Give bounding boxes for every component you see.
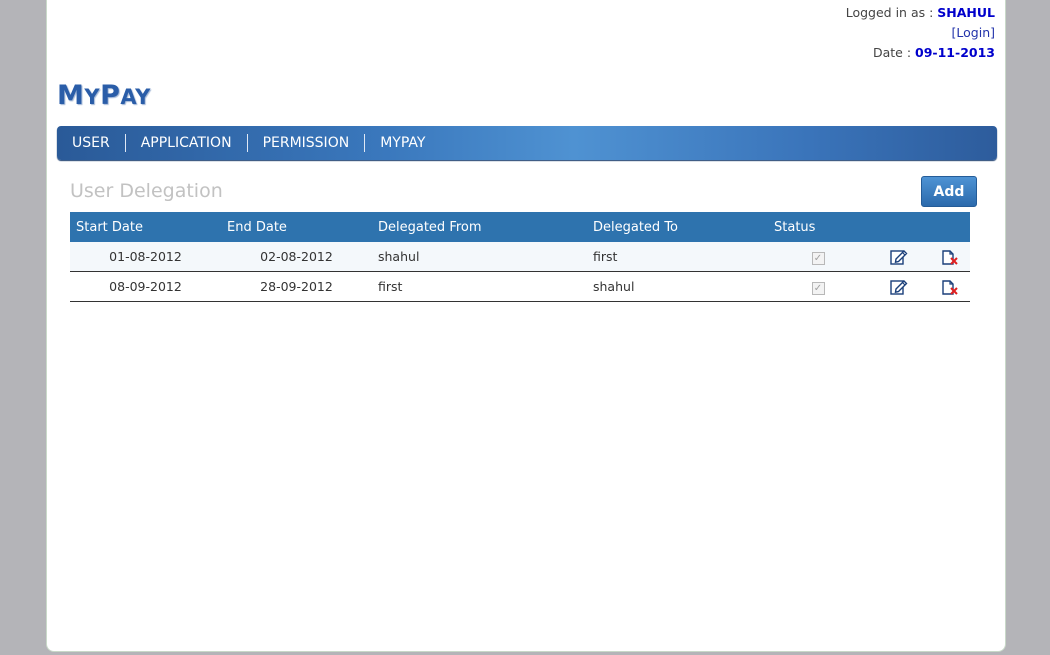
status-checkbox[interactable]: ✓	[811, 251, 825, 265]
nav-item-user[interactable]: USER	[57, 134, 126, 152]
add-button[interactable]: Add	[921, 176, 977, 207]
cell-delegated-to: shahul	[587, 271, 768, 302]
username: SHAHUL	[937, 5, 995, 20]
logged-in-label: Logged in as :	[845, 5, 938, 20]
cell-delegated-from: first	[372, 271, 587, 302]
col-delete	[930, 212, 970, 242]
current-date: 09-11-2013	[915, 45, 995, 60]
table-row: 01-08-2012 02-08-2012 shahul first ✓	[70, 242, 970, 272]
cell-delete	[930, 271, 970, 302]
page-title: User Delegation	[70, 180, 223, 202]
cell-status: ✓	[768, 271, 868, 302]
col-delegated-to[interactable]: Delegated To	[587, 212, 768, 242]
app-logo: MYPAY	[57, 80, 151, 111]
cell-status: ✓	[768, 242, 868, 272]
cell-start-date: 01-08-2012	[70, 242, 221, 272]
status-checkbox[interactable]: ✓	[811, 281, 825, 295]
cell-end-date: 28-09-2012	[221, 271, 372, 302]
col-edit	[868, 212, 930, 242]
page-container: Logged in as : SHAHUL [Login] Date : 09-…	[46, 0, 1006, 652]
table-row: 08-09-2012 28-09-2012 first shahul ✓	[70, 271, 970, 302]
login-info: Logged in as : SHAHUL [Login] Date : 09-…	[846, 3, 995, 63]
logged-in-line: Logged in as : SHAHUL	[846, 3, 995, 23]
delegation-table: Start Date End Date Delegated From Deleg…	[70, 212, 970, 302]
edit-icon[interactable]	[889, 278, 909, 296]
nav-item-application[interactable]: APPLICATION	[126, 134, 248, 152]
cell-start-date: 08-09-2012	[70, 271, 221, 302]
table-header-row: Start Date End Date Delegated From Deleg…	[70, 212, 970, 242]
col-delegated-from[interactable]: Delegated From	[372, 212, 587, 242]
delete-icon[interactable]	[940, 248, 960, 266]
date-line: Date : 09-11-2013	[846, 43, 995, 63]
delete-icon[interactable]	[940, 278, 960, 296]
col-status[interactable]: Status	[768, 212, 868, 242]
edit-icon[interactable]	[889, 248, 909, 266]
main-nav: USER APPLICATION PERMISSION MYPAY	[57, 126, 997, 160]
cell-delegated-from: shahul	[372, 242, 587, 272]
nav-item-mypay[interactable]: MYPAY	[365, 134, 440, 152]
login-link[interactable]: [Login]	[952, 25, 995, 40]
cell-edit	[868, 271, 930, 302]
nav-item-permission[interactable]: PERMISSION	[248, 134, 366, 152]
cell-delegated-to: first	[587, 242, 768, 272]
cell-end-date: 02-08-2012	[221, 242, 372, 272]
cell-delete	[930, 242, 970, 272]
col-end-date[interactable]: End Date	[221, 212, 372, 242]
col-start-date[interactable]: Start Date	[70, 212, 221, 242]
date-label: Date :	[872, 45, 916, 60]
cell-edit	[868, 242, 930, 272]
